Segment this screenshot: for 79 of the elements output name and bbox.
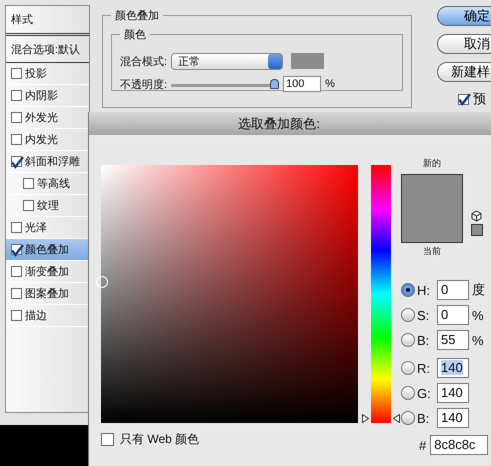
checkbox[interactable] <box>11 288 22 299</box>
style-label: 内阴影 <box>25 89 58 103</box>
value-input[interactable]: 140 <box>437 383 469 403</box>
style-label: 投影 <box>25 67 47 81</box>
value-input[interactable]: 140 <box>437 408 469 428</box>
field-label: S: <box>417 308 430 322</box>
field-label: 混合模式: <box>120 54 168 68</box>
checkbox[interactable] <box>101 433 114 446</box>
checkbox[interactable] <box>11 156 22 167</box>
style-label: 斜面和浮雕 <box>25 155 80 169</box>
checkbox[interactable] <box>11 112 22 123</box>
checkbox[interactable] <box>11 134 22 145</box>
unit-label: % <box>472 332 484 348</box>
unit-label: % <box>472 308 484 322</box>
checkbox[interactable] <box>11 310 22 321</box>
checkbox[interactable] <box>11 222 22 233</box>
web-only-label: 只有 Web 颜色 <box>120 431 200 448</box>
field-label: R: <box>417 360 431 376</box>
dialog-title: 选取叠加颜色: <box>89 112 491 135</box>
cube-icon[interactable] <box>471 210 482 222</box>
field-label: 不透明度: <box>120 78 168 92</box>
style-list-item[interactable]: 内阴影 <box>6 85 89 107</box>
style-label: 描边 <box>25 309 47 323</box>
color-marker-icon[interactable] <box>96 276 108 288</box>
slider-thumb[interactable] <box>270 79 280 89</box>
field-label: B: <box>417 332 430 348</box>
field-label: H: <box>417 282 431 298</box>
group-title: 颜色叠加 <box>114 8 160 23</box>
blend-mode-select[interactable]: 正常 <box>171 52 284 70</box>
style-label: 图案叠加 <box>25 286 69 301</box>
radio-button[interactable] <box>401 308 415 322</box>
style-label: 颜色叠加 <box>25 242 69 257</box>
dialog-button[interactable]: 新建样 <box>437 62 491 82</box>
panel-header: 样式 <box>6 6 89 36</box>
color-swatch[interactable] <box>291 53 324 69</box>
radio-button[interactable] <box>401 386 415 400</box>
radio-button[interactable] <box>401 411 415 425</box>
field-label: B: <box>417 410 430 426</box>
radio-button[interactable] <box>401 361 415 375</box>
new-label: 新的 <box>422 157 442 170</box>
current-label: 当前 <box>422 245 442 258</box>
color-field[interactable] <box>101 165 358 423</box>
style-label: 纹理 <box>37 199 59 213</box>
opacity-input[interactable]: 100 <box>283 76 322 92</box>
style-list-item[interactable]: 投影 <box>6 63 89 85</box>
hue-slider[interactable] <box>362 165 400 423</box>
checkbox[interactable] <box>11 90 22 101</box>
group-title: 颜色 <box>123 28 147 42</box>
unit-label: 度 <box>472 281 485 299</box>
radio-button[interactable] <box>401 283 415 297</box>
blend-options-item[interactable]: 混合选项:默认 <box>6 36 89 63</box>
field-label: G: <box>417 386 432 400</box>
hex-input[interactable]: 8c8c8c <box>430 435 488 455</box>
preview-label: 预 <box>473 90 486 108</box>
web-color-swatch[interactable] <box>471 224 483 236</box>
style-label: 渐变叠加 <box>25 264 69 279</box>
checkbox[interactable] <box>11 68 22 79</box>
dialog-button[interactable]: 取消 <box>437 34 491 54</box>
value-input[interactable]: 0 <box>437 305 469 325</box>
hex-label: # <box>419 438 426 452</box>
radio-button[interactable] <box>401 333 415 347</box>
slider-arrow-icon[interactable] <box>393 414 400 423</box>
style-label: 等高线 <box>37 176 70 191</box>
checkbox[interactable] <box>11 244 22 255</box>
unit-label: % <box>325 78 335 90</box>
value-input[interactable]: 55 <box>437 330 469 350</box>
style-label: 光泽 <box>25 221 47 235</box>
color-preview <box>401 174 463 243</box>
slider-arrow-icon[interactable] <box>362 414 369 423</box>
value-input[interactable]: 140 <box>437 358 469 378</box>
checkbox[interactable] <box>23 200 34 211</box>
style-list-item[interactable]: 颜色叠加 <box>6 239 89 261</box>
style-label: 内发光 <box>25 133 58 147</box>
checkbox[interactable] <box>11 266 22 277</box>
style-label: 外发光 <box>25 111 58 125</box>
checkbox[interactable] <box>23 178 34 189</box>
dialog-button[interactable]: 确定 <box>437 6 491 26</box>
checkbox[interactable] <box>458 94 469 104</box>
value-input[interactable]: 0 <box>437 280 469 300</box>
